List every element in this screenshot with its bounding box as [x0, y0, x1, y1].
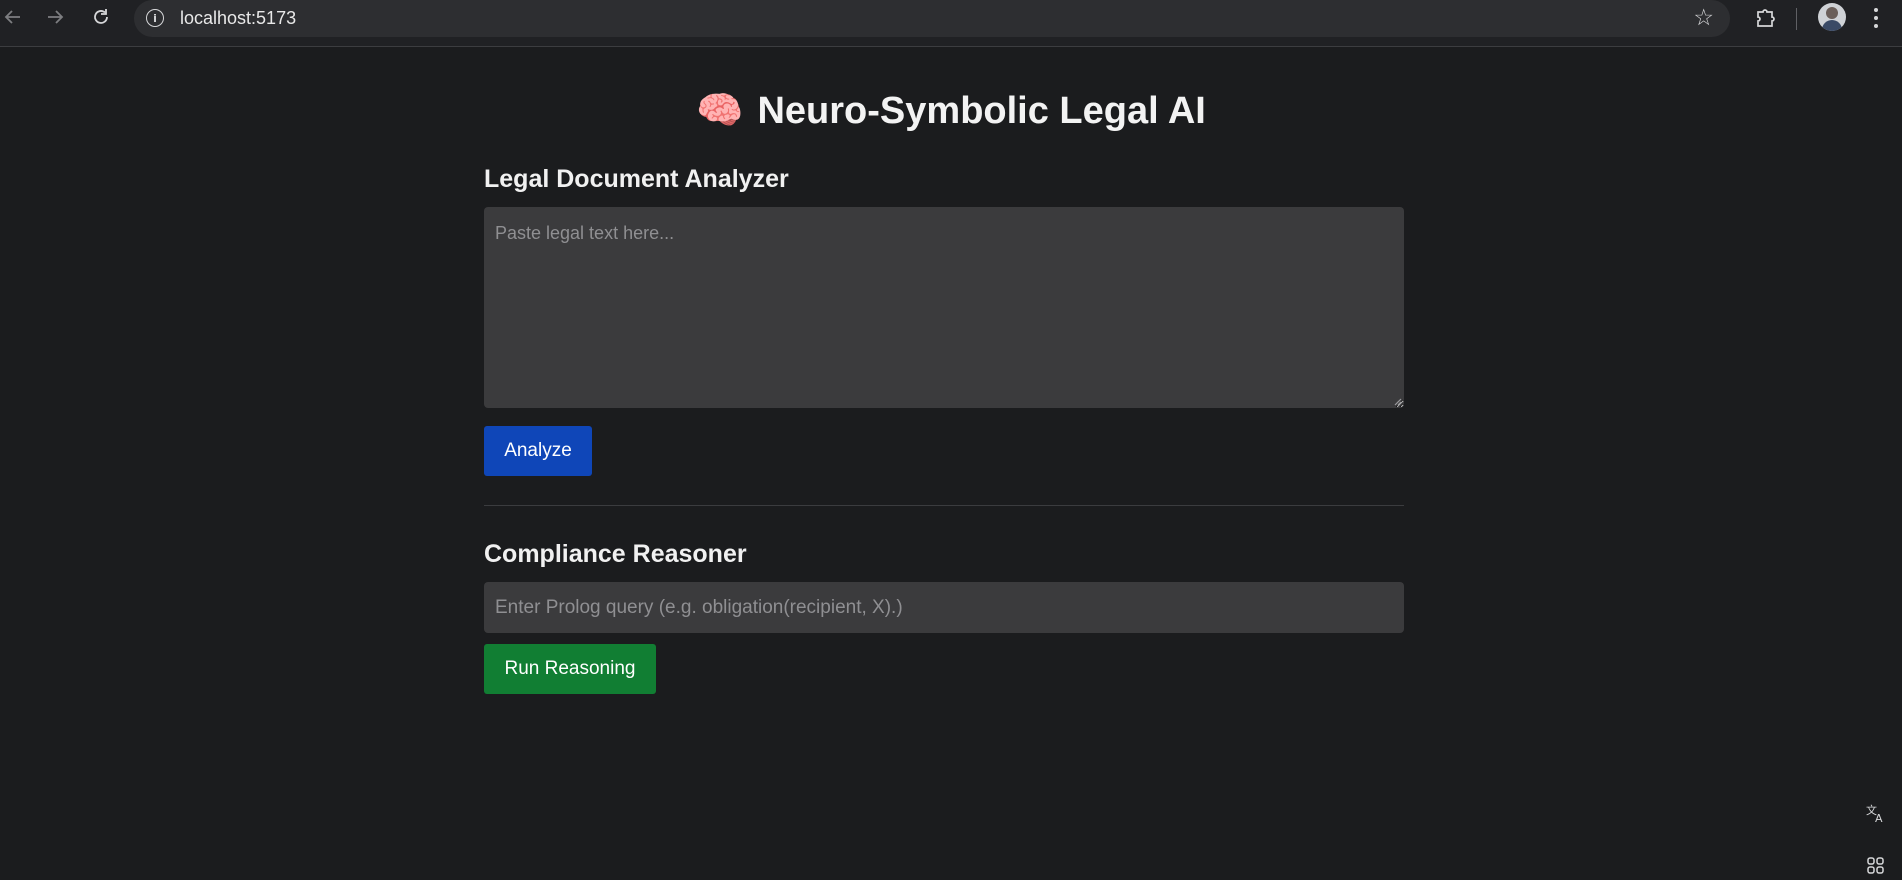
reasoner-heading: Compliance Reasoner [484, 540, 747, 568]
address-bar[interactable]: i localhost:5173 ☆ [134, 0, 1730, 37]
page-title-text: Neuro-Symbolic Legal AI [757, 90, 1206, 132]
extensions-puzzle-icon[interactable] [1751, 4, 1781, 34]
profile-avatar[interactable] [1818, 3, 1846, 31]
url-text[interactable]: localhost:5173 [180, 8, 296, 29]
brain-icon: 🧠 [696, 88, 744, 132]
translate-icon[interactable]: 文A [1862, 799, 1890, 827]
svg-text:A: A [1875, 812, 1883, 824]
analyze-button[interactable]: Analyze [484, 426, 592, 476]
run-reasoning-button[interactable]: Run Reasoning [484, 644, 656, 694]
bookmark-star-icon[interactable]: ☆ [1693, 5, 1714, 31]
section-divider [484, 505, 1404, 506]
browser-toolbar: i localhost:5173 ☆ [0, 0, 1902, 47]
reload-icon[interactable] [86, 2, 116, 32]
page-title: 🧠 Neuro-Symbolic Legal AI [0, 88, 1902, 133]
app-page: 🧠 Neuro-Symbolic Legal AI Legal Document … [0, 48, 1902, 875]
kebab-menu-icon[interactable] [1866, 4, 1886, 32]
forward-arrow-icon[interactable] [40, 2, 70, 32]
site-info-icon[interactable]: i [146, 9, 164, 27]
analyzer-heading: Legal Document Analyzer [484, 165, 789, 193]
resize-grip-icon[interactable] [1392, 396, 1402, 406]
toolbar-divider [1796, 8, 1797, 30]
prolog-query-input[interactable] [484, 582, 1404, 633]
apps-grid-icon[interactable] [1862, 852, 1890, 880]
legal-text-textarea[interactable] [484, 207, 1404, 408]
back-arrow-icon[interactable] [0, 2, 28, 32]
